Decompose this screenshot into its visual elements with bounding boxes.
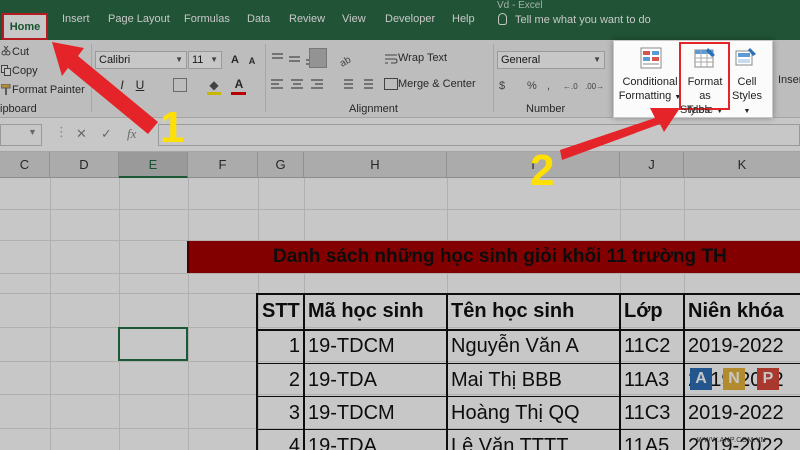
annotation-arrows: [52, 42, 680, 160]
step-number-1: 1: [160, 103, 185, 152]
arrow-to-home-tab: [52, 42, 158, 134]
step-number-2: 2: [530, 146, 555, 195]
arrow-to-format-as-table: [560, 108, 680, 160]
